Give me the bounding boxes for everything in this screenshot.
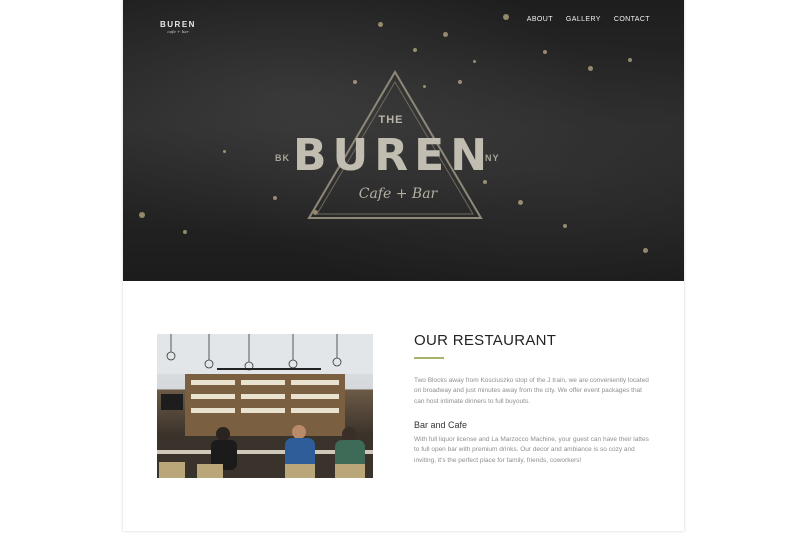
intro-paragraph: Two Blocks away from Kosciuszko stop of … [414,377,649,405]
sign-bk: BK [275,153,290,163]
bar-cafe-paragraph: With full liquor license and La Marzocco… [414,436,649,464]
hero-banner: THE BK BUREN NY Cafe + Bar BUREN cafe + … [123,0,684,281]
restaurant-photo [157,334,373,478]
title-underline [414,357,444,359]
logo-tagline: cafe + bar [167,29,189,34]
sign-subtitle: Cafe + Bar [358,186,438,202]
hero-sign: THE BK BUREN NY Cafe + Bar [123,0,684,281]
sign-ny: NY [485,153,500,163]
site-logo[interactable]: BUREN cafe + bar [160,21,196,34]
logo-name: BUREN [160,20,196,29]
nav-item-contact[interactable]: CONTACT [614,16,650,23]
bar-cafe-heading: Bar and Cafe [414,420,468,430]
page-container: THE BK BUREN NY Cafe + Bar BUREN cafe + … [123,0,684,531]
sign-the: THE [378,114,404,126]
bar-interior-illustration [157,334,373,478]
main-nav: ABOUT GALLERY CONTACT [527,16,650,23]
sign-buren: BUREN [293,130,494,181]
nav-item-about[interactable]: ABOUT [527,16,553,23]
nav-item-gallery[interactable]: GALLERY [566,16,601,23]
section-title: OUR RESTAURANT [414,332,557,349]
